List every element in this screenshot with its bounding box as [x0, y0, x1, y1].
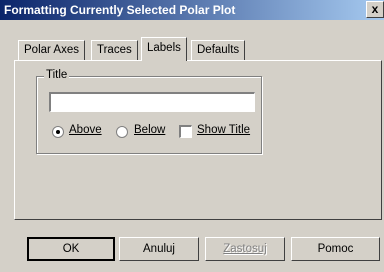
- tab-polar-axes[interactable]: Polar Axes: [18, 40, 85, 60]
- show-title-checkbox[interactable]: [179, 125, 192, 138]
- title-input[interactable]: [49, 92, 255, 112]
- show-title-label[interactable]: Show Title: [197, 124, 250, 136]
- title-groupbox: [36, 76, 262, 154]
- title-bar: Formatting Currently Selected Polar Plot…: [0, 0, 384, 20]
- window-title: Formatting Currently Selected Polar Plot: [4, 3, 236, 17]
- tab-label: Traces: [97, 44, 132, 56]
- tab-labels[interactable]: Labels: [141, 37, 187, 61]
- apply-button-label: Zastosuj: [223, 243, 267, 255]
- apply-button[interactable]: Zastosuj: [205, 237, 285, 261]
- cancel-button[interactable]: Anuluj: [119, 237, 199, 261]
- tab-traces[interactable]: Traces: [91, 40, 138, 60]
- tab-defaults[interactable]: Defaults: [191, 40, 246, 60]
- tab-label: Polar Axes: [24, 44, 79, 56]
- help-button-label: Pomoc: [317, 243, 354, 255]
- close-icon: x: [371, 2, 379, 16]
- cancel-button-label: Anuluj: [143, 243, 175, 255]
- below-radio[interactable]: [116, 126, 128, 138]
- help-button[interactable]: Pomoc: [291, 237, 380, 261]
- below-radio-label[interactable]: Below: [134, 124, 165, 136]
- above-radio[interactable]: [52, 126, 64, 138]
- ok-button[interactable]: OK: [27, 237, 115, 261]
- tab-label: Defaults: [197, 44, 240, 56]
- title-group-label: Title: [44, 69, 70, 81]
- radio-selected-dot: [56, 130, 60, 134]
- close-button[interactable]: x: [366, 1, 384, 18]
- tab-label: Labels: [147, 42, 181, 54]
- above-radio-label[interactable]: Above: [69, 124, 102, 136]
- ok-button-label: OK: [62, 243, 80, 255]
